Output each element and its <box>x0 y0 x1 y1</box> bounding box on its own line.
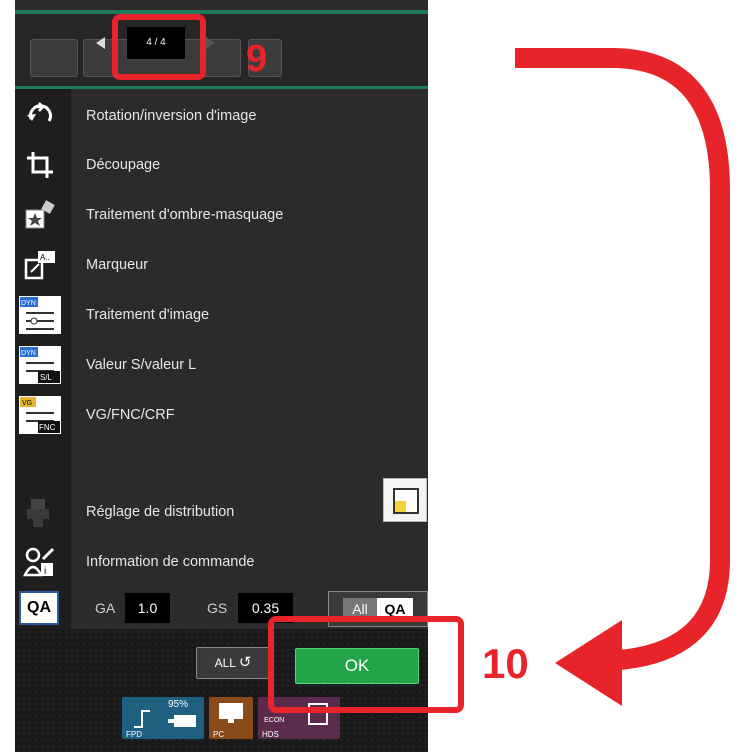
curved-arrow-icon <box>515 48 730 706</box>
